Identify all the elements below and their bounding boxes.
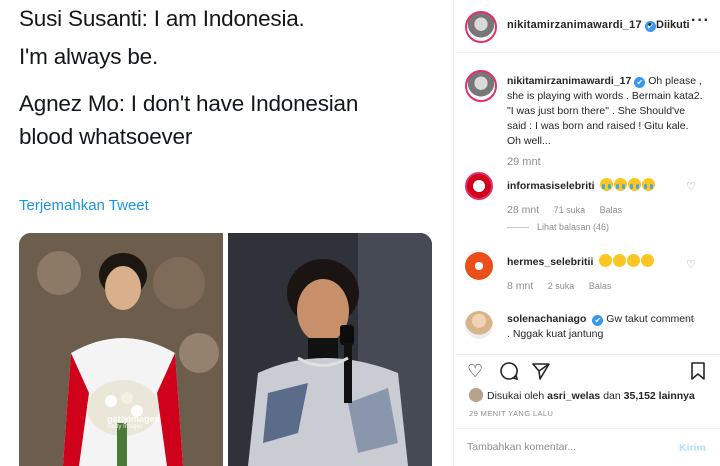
comment-input[interactable] (467, 441, 657, 453)
comment-likes[interactable]: 71 suka (554, 205, 586, 215)
crying-emoji-icon (614, 178, 628, 191)
tweet-text-line: Susi Susanti: I am Indonesia. (19, 6, 305, 31)
comment-icon[interactable] (499, 361, 519, 385)
like-comment-icon[interactable]: ♡ (686, 180, 696, 193)
avatar[interactable] (465, 11, 497, 43)
comment-body: hermes_selebritii (507, 254, 697, 270)
caption-time: 29 mnt (507, 156, 541, 168)
tweet-text-line: I'm always be. (19, 44, 159, 69)
following-button[interactable]: Diikuti (656, 19, 690, 31)
comment-meta: 28 mnt 71 suka Balas (507, 204, 623, 216)
photo-singer (228, 233, 432, 466)
like-comment-icon[interactable]: ♡ (686, 258, 696, 271)
comment-likes[interactable]: 2 suka (548, 281, 575, 291)
separator-dot: • (648, 19, 652, 31)
more-options-icon[interactable]: ··· (691, 12, 710, 30)
post-timestamp: 29 MENIT YANG LALU (469, 409, 554, 418)
comment-meta: 8 mnt 2 suka Balas (507, 280, 612, 292)
crying-emoji-icon (600, 178, 614, 191)
view-replies-link[interactable]: Lihat balasan (46) (507, 222, 609, 232)
translate-tweet-link: Terjemahkan Tweet (19, 197, 149, 214)
getty-watermark: gettyimages Getty Images (107, 414, 160, 430)
crying-emoji-icon (628, 178, 642, 191)
caption-username[interactable]: nikitamirzanimawardi_17 (507, 75, 631, 87)
reply-button[interactable]: Balas (589, 281, 612, 291)
tweet-text-line: Agnez Mo: I don't have Indonesian (19, 91, 359, 116)
photo-athlete: gettyimages Getty Images (19, 233, 223, 466)
heart-icon[interactable]: ♡ (467, 361, 483, 381)
header-username[interactable]: nikitamirzanimawardi_17 ✔ (507, 19, 656, 32)
post-header: nikitamirzanimawardi_17 ✔ • Diikuti ··· (455, 0, 720, 53)
athlete-illustration (19, 233, 223, 466)
avatar[interactable] (465, 70, 497, 102)
action-bar: ♡ (455, 354, 720, 386)
comment-username[interactable]: hermes_selebritii (507, 256, 593, 268)
avatar[interactable] (465, 172, 493, 200)
likes-summary: Disukai oleh asri_welas dan 35,152 lainn… (469, 388, 695, 402)
post-media: Susi Susanti: I am Indonesia. I'm always… (0, 0, 454, 466)
singer-illustration (228, 233, 432, 466)
avatar (469, 388, 483, 402)
comment-username[interactable]: solenachaniago (507, 313, 586, 325)
tweet-text-line: blood whatsoever (19, 124, 193, 149)
avatar[interactable] (465, 311, 493, 339)
verified-icon: ✔ (634, 77, 646, 88)
like-comment-icon[interactable]: ♡ (686, 316, 696, 329)
comment-body: solenachaniago ✔ Gw takut comment . Nggak… (507, 312, 697, 352)
post-sidebar: nikitamirzanimawardi_17 ✔ • Diikuti ··· n… (455, 0, 720, 466)
add-comment-bar: Kirim (455, 428, 720, 466)
bookmark-icon[interactable] (689, 361, 707, 385)
grinning-emoji-icon (641, 254, 655, 267)
grinning-emoji-icon (599, 254, 613, 267)
avatar[interactable] (465, 252, 493, 280)
liker-username[interactable]: asri_welas (547, 390, 600, 402)
comment-body: informasiselebriti (507, 178, 697, 194)
grinning-emoji-icon (613, 254, 627, 267)
reply-button[interactable]: Balas (600, 205, 623, 215)
send-button[interactable]: Kirim (679, 442, 706, 454)
caption-text: nikitamirzanimawardi_17 ✔ Oh please , she… (507, 74, 703, 149)
likes-count[interactable]: 35,152 lainnya (624, 390, 695, 402)
share-icon[interactable] (531, 361, 551, 385)
verified-icon: ✔ (592, 315, 604, 326)
grinning-emoji-icon (627, 254, 641, 267)
crying-emoji-icon (642, 178, 656, 191)
comment-username[interactable]: informasiselebriti (507, 180, 595, 192)
